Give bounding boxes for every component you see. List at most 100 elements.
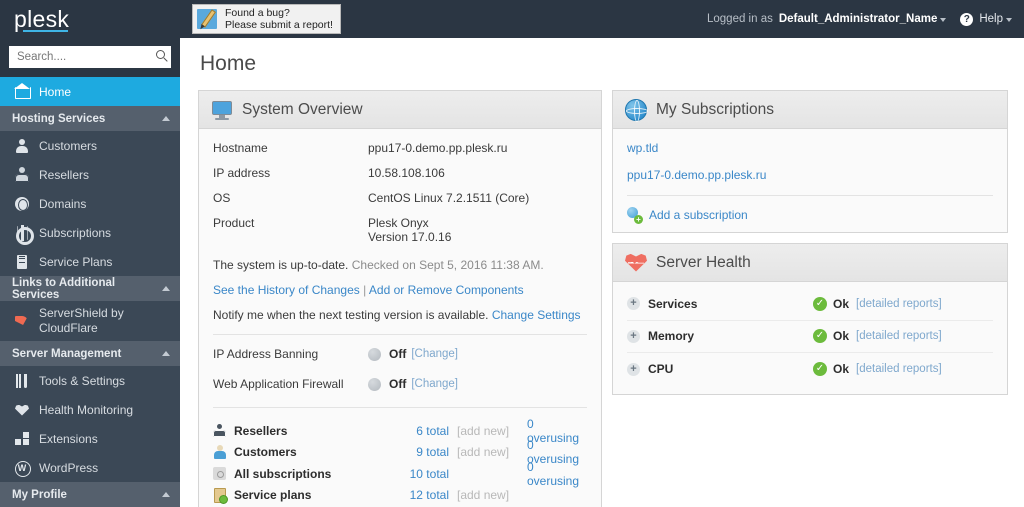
sidebar-item-extensions[interactable]: Extensions: [0, 424, 180, 453]
expand-plus-icon[interactable]: +: [627, 330, 640, 343]
stat-overusing-link[interactable]: 0 overusing: [527, 460, 587, 488]
stat-label: Customers: [234, 445, 297, 459]
resellers-icon: [213, 424, 227, 438]
health-status: Ok: [833, 297, 849, 311]
sidebar-item-label: Service Plans: [39, 255, 112, 269]
customer-icon: [14, 138, 30, 154]
top-bar-right: Logged in as Default_Administrator_Name …: [707, 13, 1024, 26]
detailed-reports-link[interactable]: [detailed reports]: [856, 298, 942, 310]
page-title: Home: [200, 52, 1008, 76]
info-value: Plesk Onyx Version 17.0.16: [368, 216, 451, 244]
info-value: ppu17-0.demo.pp.plesk.ru: [368, 141, 507, 155]
wordpress-icon: [14, 460, 30, 476]
stat-total-link[interactable]: 6 total: [383, 424, 449, 438]
check-circle-icon: ✓: [813, 362, 827, 376]
toggle-state: Off: [389, 347, 406, 361]
user-menu[interactable]: Default_Administrator_Name: [779, 13, 946, 25]
sidebar-item-label: Domains: [39, 197, 86, 211]
info-row-os: OS CentOS Linux 7.2.1511 (Core): [213, 191, 587, 205]
check-circle-icon: ✓: [813, 329, 827, 343]
health-status: Ok: [833, 362, 849, 376]
sidebar-group-label: Server Management: [12, 348, 121, 360]
stat-total-link[interactable]: 9 total: [383, 445, 449, 459]
stat-name: All subscriptions: [213, 467, 383, 481]
change-link[interactable]: [Change]: [411, 348, 458, 360]
stat-add-link[interactable]: [add new]: [449, 445, 527, 459]
detailed-reports-link[interactable]: [detailed reports]: [856, 330, 942, 342]
subscription-link[interactable]: wp.tld: [627, 141, 993, 155]
check-circle-icon: ✓: [813, 297, 827, 311]
divider: [627, 195, 993, 196]
sidebar-item-customers[interactable]: Customers: [0, 131, 180, 160]
sidebar-item-label: WordPress: [39, 461, 98, 475]
panel-title: Server Health: [656, 254, 751, 272]
health-label: Services: [648, 297, 813, 311]
change-link[interactable]: [Change]: [411, 378, 458, 390]
sidebar-item-tools-settings[interactable]: Tools & Settings: [0, 366, 180, 395]
panels-layout: System Overview Hostname ppu17-0.demo.pp…: [198, 90, 1008, 507]
toggle-label: IP Address Banning: [213, 347, 368, 361]
heartbeat-icon: [625, 252, 647, 274]
stat-total-link[interactable]: 10 total: [383, 467, 449, 481]
help-label: Help: [979, 13, 1003, 25]
toggle-label: Web Application Firewall: [213, 377, 368, 391]
system-overview-header: System Overview: [199, 91, 601, 129]
sidebar-item-subscriptions[interactable]: Subscriptions: [0, 218, 180, 247]
search-container: [0, 38, 180, 77]
server-health-body: + Services ✓ Ok [detailed reports] + Mem…: [613, 282, 1007, 394]
search-box[interactable]: [9, 46, 171, 68]
history-of-changes-link[interactable]: See the History of Changes: [213, 283, 360, 297]
notify-line: Notify me when the next testing version …: [213, 308, 587, 322]
stat-add-link[interactable]: [add new]: [449, 488, 527, 502]
info-row-hostname: Hostname ppu17-0.demo.pp.plesk.ru: [213, 141, 587, 155]
subscription-link[interactable]: ppu17-0.demo.pp.plesk.ru: [627, 168, 993, 182]
product-version: Version 17.0.16: [368, 230, 451, 244]
chevron-up-icon: [162, 286, 170, 291]
sidebar-group-label: Links to Additional Services: [12, 277, 162, 301]
toggle-ip-address-banning: IP Address Banning Off [Change]: [213, 347, 587, 361]
add-subscription-icon: [627, 207, 642, 222]
sidebar-item-wordpress[interactable]: WordPress: [0, 453, 180, 482]
expand-plus-icon[interactable]: +: [627, 297, 640, 310]
stat-total-link[interactable]: 12 total: [383, 488, 449, 502]
search-input[interactable]: [9, 51, 171, 63]
plesk-logo[interactable]: plesk: [0, 6, 180, 33]
change-settings-link[interactable]: Change Settings: [492, 308, 581, 322]
sidebar-item-health-monitoring[interactable]: Health Monitoring: [0, 395, 180, 424]
sidebar-group-label: My Profile: [12, 489, 67, 501]
detailed-reports-link[interactable]: [detailed reports]: [856, 363, 942, 375]
sidebar-group-additional-services[interactable]: Links to Additional Services: [0, 276, 180, 301]
bug-report-banner[interactable]: Found a bug? Please submit a report!: [192, 4, 341, 34]
sidebar-item-servershield[interactable]: ServerShield by CloudFlare: [0, 301, 180, 341]
question-mark-icon[interactable]: ?: [960, 13, 973, 26]
expand-plus-icon[interactable]: +: [627, 363, 640, 376]
info-label: Product: [213, 216, 368, 244]
sidebar-item-label: Tools & Settings: [39, 374, 125, 388]
panel-title: My Subscriptions: [656, 101, 774, 119]
update-checked-text: Checked on Sept 5, 2016 11:38 AM.: [352, 258, 544, 272]
sidebar-item-label: Customers: [39, 139, 97, 153]
toggle-web-application-firewall: Web Application Firewall Off [Change]: [213, 377, 587, 391]
bug-banner-text: Found a bug? Please submit a report!: [225, 7, 333, 32]
sidebar: Home Hosting Services Customers Reseller…: [0, 38, 180, 507]
sidebar-item-resellers[interactable]: Resellers: [0, 160, 180, 189]
top-bar: plesk Found a bug? Please submit a repor…: [0, 0, 1024, 38]
my-subscriptions-panel: My Subscriptions wp.tld ppu17-0.demo.pp.…: [612, 90, 1008, 233]
sidebar-group-my-profile[interactable]: My Profile: [0, 482, 180, 507]
sidebar-group-hosting-services[interactable]: Hosting Services: [0, 106, 180, 131]
sidebar-item-domains[interactable]: Domains: [0, 189, 180, 218]
help-menu[interactable]: Help: [979, 13, 1012, 25]
user-name: Default_Administrator_Name: [779, 13, 937, 25]
sidebar-group-server-management[interactable]: Server Management: [0, 341, 180, 366]
add-subscription-label[interactable]: Add a subscription: [649, 208, 748, 222]
add-remove-components-link[interactable]: Add or Remove Components: [369, 283, 524, 297]
divider: [213, 407, 587, 408]
stat-add-link[interactable]: [add new]: [449, 424, 527, 438]
chevron-down-icon: [1006, 18, 1012, 22]
my-subscriptions-header: My Subscriptions: [613, 91, 1007, 129]
info-value: CentOS Linux 7.2.1511 (Core): [368, 191, 529, 205]
sidebar-item-home[interactable]: Home: [0, 77, 180, 106]
sidebar-item-label: Resellers: [39, 168, 89, 182]
sidebar-item-service-plans[interactable]: Service Plans: [0, 247, 180, 276]
add-subscription-button[interactable]: Add a subscription: [627, 207, 993, 222]
